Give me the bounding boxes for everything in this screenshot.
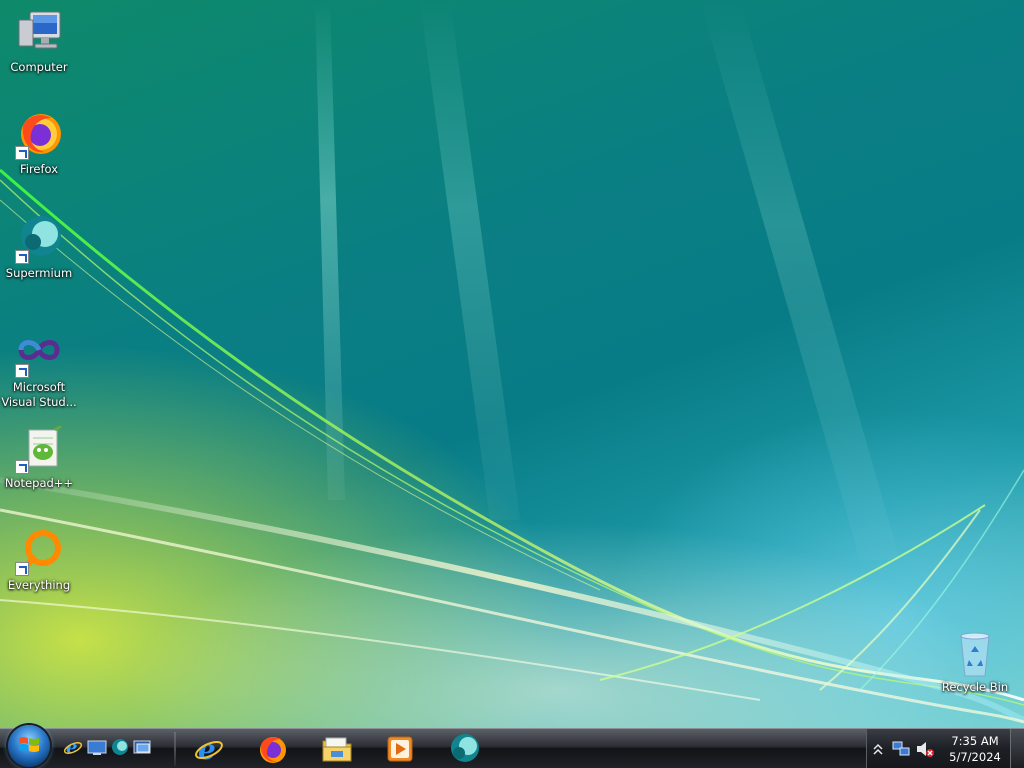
supermium-icon xyxy=(112,739,128,755)
clock[interactable]: 7:35 AM 5/7/2024 xyxy=(943,733,1007,765)
quick-launch-show-desktop[interactable] xyxy=(87,736,107,758)
start-button[interactable] xyxy=(8,725,50,767)
everything-icon xyxy=(15,528,63,576)
firefox-icon xyxy=(260,737,286,763)
show-desktop-icon xyxy=(87,740,107,755)
desktop-icon-label: Computer xyxy=(10,60,68,74)
desktop-icon-label: Supermium xyxy=(5,266,73,280)
quick-launch-switch-windows[interactable] xyxy=(133,736,153,758)
taskbar: e e 7:35 AM 5/7/2024 xyxy=(0,725,1024,768)
recycle-bin-icon xyxy=(951,630,999,678)
shortcut-arrow-icon xyxy=(15,562,29,576)
shortcut-arrow-icon xyxy=(15,364,29,378)
desktop-icon-label: Everything xyxy=(7,578,71,592)
desktop-icon-label: Firefox xyxy=(19,162,59,176)
clock-time: 7:35 AM xyxy=(951,734,999,748)
shortcut-arrow-icon xyxy=(15,146,29,160)
file-explorer-icon xyxy=(322,737,352,762)
shortcut-arrow-icon xyxy=(15,250,29,264)
notepad-plus-plus-icon xyxy=(15,424,63,474)
taskbar-button-file-explorer[interactable] xyxy=(308,732,366,766)
system-tray: 7:35 AM 5/7/2024 xyxy=(866,729,1024,768)
desktop-icon-supermium[interactable]: Supermium xyxy=(1,216,77,281)
taskbar-button-internet-explorer[interactable]: e xyxy=(180,732,238,766)
taskbar-button-media-player[interactable] xyxy=(371,732,429,766)
desktop[interactable]: Computer Firefox Supermium Microsoft Vis… xyxy=(0,0,1024,728)
desktop-icon-everything[interactable]: Everything xyxy=(1,528,77,593)
computer-icon xyxy=(15,10,63,58)
desktop-icon-label: Microsoft Visual Stud... xyxy=(1,380,77,409)
show-hidden-icons-chevron-icon[interactable] xyxy=(873,742,883,756)
shortcut-arrow-icon xyxy=(15,460,29,474)
visual-studio-icon xyxy=(15,330,63,378)
supermium-icon xyxy=(15,216,63,264)
taskbar-button-supermium[interactable] xyxy=(435,732,493,766)
supermium-icon xyxy=(451,734,479,762)
desktop-icon-firefox[interactable]: Firefox xyxy=(1,112,77,177)
desktop-icon-label: Recycle Bin xyxy=(941,680,1009,694)
show-desktop-button[interactable] xyxy=(1010,729,1024,768)
desktop-icon-label: Notepad++ xyxy=(4,476,74,490)
desktop-icon-notepad-plus-plus[interactable]: Notepad++ xyxy=(1,424,77,491)
network-icon[interactable] xyxy=(892,740,910,758)
volume-muted-icon[interactable] xyxy=(915,740,935,758)
quick-launch-internet-explorer[interactable]: e xyxy=(63,736,83,758)
internet-explorer-icon: e xyxy=(195,733,223,765)
desktop-icon-visual-studio[interactable]: Microsoft Visual Stud... xyxy=(1,330,77,410)
switch-windows-icon xyxy=(133,740,151,754)
taskbar-button-firefox[interactable] xyxy=(244,732,302,766)
windows-flag-icon xyxy=(19,737,39,752)
firefox-icon xyxy=(15,112,63,160)
wallpaper-swirl xyxy=(0,0,1024,724)
taskbar-divider xyxy=(174,732,176,766)
clock-date: 5/7/2024 xyxy=(949,750,1001,764)
media-player-icon xyxy=(387,736,413,762)
desktop-icon-recycle-bin[interactable]: Recycle Bin xyxy=(937,630,1013,695)
quick-launch-supermium[interactable] xyxy=(110,736,130,758)
desktop-icon-computer[interactable]: Computer xyxy=(1,10,77,75)
internet-explorer-icon: e xyxy=(63,737,83,758)
